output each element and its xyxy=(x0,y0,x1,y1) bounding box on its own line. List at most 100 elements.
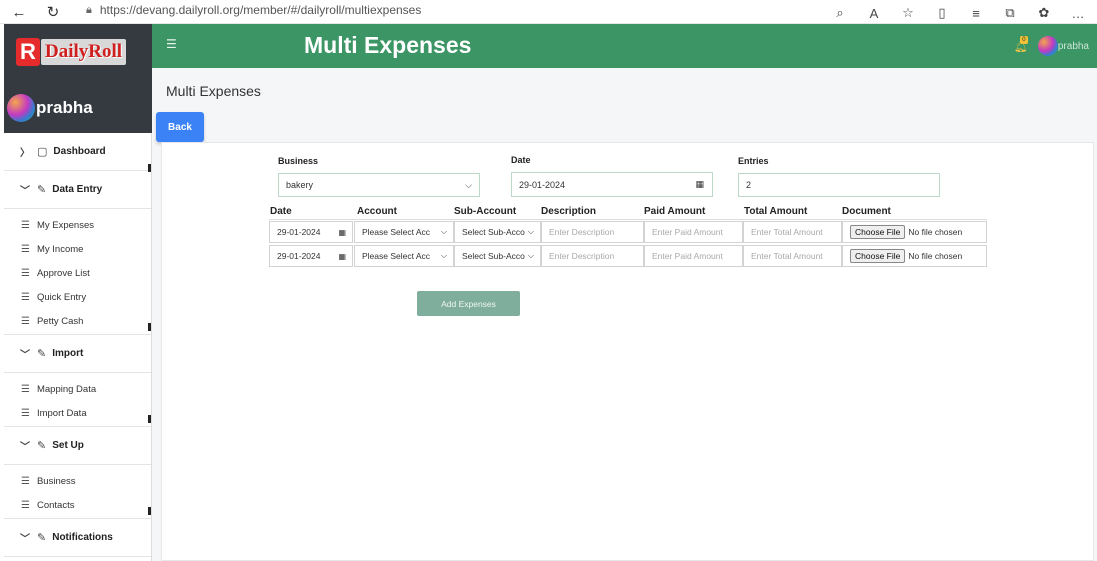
extensions-icon[interactable]: ✿ xyxy=(1033,2,1055,24)
total-amount-placeholder: Enter Total Amount xyxy=(751,251,823,261)
chevron-down-icon: ⌵ xyxy=(527,227,534,236)
file-status: No file chosen xyxy=(908,251,963,261)
total-amount-placeholder: Enter Total Amount xyxy=(751,227,823,237)
column-header: Description xyxy=(541,206,597,217)
read-aloud-icon[interactable]: A xyxy=(863,2,885,24)
chevron-down-icon: ⌵ xyxy=(465,179,472,190)
more-menu-icon[interactable]: … xyxy=(1067,2,1089,24)
zoom-icon[interactable]: ⌕ xyxy=(829,2,851,24)
main-content: Multi Expenses Back xyxy=(152,68,1097,561)
sidebar-section-label: Data Entry xyxy=(52,184,103,195)
sub-account-select[interactable]: Select Sub-Acco ⌵ xyxy=(454,221,541,243)
sub-account-select[interactable]: Select Sub-Acco ⌵ xyxy=(454,245,541,267)
sidebar-item-label: Business xyxy=(36,475,76,487)
description-input[interactable]: Enter Description xyxy=(541,245,644,267)
business-label: Business xyxy=(278,156,319,166)
avatar[interactable] xyxy=(1037,36,1058,56)
file-icon: ▢ xyxy=(37,146,48,158)
sidebar-section-label: Notifications xyxy=(52,532,113,543)
row-date-field[interactable]: 29-01-2024 ▦ xyxy=(269,221,353,243)
sidebar-section-notifications[interactable]: ﹀ ✎ Notifications xyxy=(4,519,151,557)
sidebar-section-label: Import xyxy=(52,348,84,359)
sidebar-user[interactable]: prabha xyxy=(7,94,93,122)
sidebar-item-my-expenses[interactable]: ☰ My Expenses xyxy=(4,213,151,237)
split-screen-icon[interactable]: ▯ xyxy=(931,2,953,24)
collections-icon[interactable]: ⧉ xyxy=(999,2,1021,24)
date-value: 29-01-2024 xyxy=(519,179,566,190)
entries-label: Entries xyxy=(738,156,769,166)
account-select[interactable]: Please Select Acc ⌵ xyxy=(354,245,454,267)
sidebar-item-label: Approve List xyxy=(36,267,90,279)
paid-amount-input[interactable]: Enter Paid Amount xyxy=(644,245,743,267)
hamburger-menu-icon[interactable]: ☰ xyxy=(166,37,177,51)
sidebar-item-label: My Income xyxy=(36,243,84,255)
topbar-user-name[interactable]: prabha xyxy=(1058,41,1089,52)
avatar xyxy=(7,94,35,122)
description-input[interactable]: Enter Description xyxy=(541,221,644,243)
sidebar-item-contacts[interactable]: ☰ Contacts xyxy=(4,493,151,519)
business-select[interactable]: bakery ⌵ xyxy=(278,173,480,197)
entries-field[interactable]: 2 xyxy=(738,173,940,197)
date-field[interactable]: 29-01-2024 ▦ xyxy=(511,172,713,197)
list-icon: ☰ xyxy=(21,500,30,511)
sidebar-section-set-up[interactable]: ﹀ ✎ Set Up xyxy=(4,427,151,465)
total-amount-input[interactable]: Enter Total Amount xyxy=(743,221,842,243)
calendar-icon[interactable]: ▦ xyxy=(338,228,346,237)
paid-amount-input[interactable]: Enter Paid Amount xyxy=(644,221,743,243)
table-row: 29-01-2024 ▦ Please Select Acc ⌵ Select Su… xyxy=(269,245,987,267)
sidebar-item-import-data[interactable]: ☰ Import Data xyxy=(4,401,151,427)
sidebar-item-approve-list[interactable]: ☰ Approve List xyxy=(4,261,151,285)
column-header: Sub-Account xyxy=(454,206,517,217)
sidebar-item-mapping-data[interactable]: ☰ Mapping Data xyxy=(4,377,151,401)
content-heading: Multi Expenses xyxy=(166,83,261,99)
paid-amount-placeholder: Enter Paid Amount xyxy=(652,251,723,261)
calendar-icon[interactable]: ▦ xyxy=(695,179,704,190)
document-input[interactable]: Choose File No file chosen xyxy=(842,245,987,267)
url-text: https://devang.dailyroll.org/member/#/da… xyxy=(99,3,422,17)
description-placeholder: Enter Description xyxy=(549,251,615,261)
choose-file-button[interactable]: Choose File xyxy=(850,249,906,263)
pencil-icon: ✎ xyxy=(37,440,47,452)
list-icon: ☰ xyxy=(21,267,30,279)
calendar-icon[interactable]: ▦ xyxy=(338,252,346,261)
sub-account-value: Select Sub-Acco xyxy=(462,227,525,237)
sidebar-item-quick-entry[interactable]: ☰ Quick Entry xyxy=(4,285,151,309)
add-expenses-button[interactable]: Add Expenses xyxy=(417,291,520,316)
sidebar-item-label: Contacts xyxy=(36,500,75,511)
account-value: Please Select Acc xyxy=(362,251,431,261)
total-amount-input[interactable]: Enter Total Amount xyxy=(743,245,842,267)
back-button[interactable]: Back xyxy=(156,112,204,142)
account-value: Please Select Acc xyxy=(362,227,431,237)
row-date-field[interactable]: 29-01-2024 ▦ xyxy=(269,245,353,267)
bell-icon[interactable]: 🔔︎ 0 xyxy=(1014,35,1028,53)
scroll-marker xyxy=(148,415,151,423)
back-arrow-icon[interactable]: ← xyxy=(8,1,30,23)
sidebar-item-my-income[interactable]: ☰ My Income xyxy=(4,237,151,261)
form-card xyxy=(161,142,1094,561)
chevron-down-icon: ﹀ xyxy=(20,186,30,197)
reload-icon[interactable]: ↻ xyxy=(42,1,64,23)
sidebar-section-dashboard[interactable]: 〉 ▢ Dashboard xyxy=(4,133,151,172)
sidebar-item-label: Quick Entry xyxy=(36,291,87,303)
column-header: Date xyxy=(270,206,292,217)
favorites-list-icon[interactable]: ≡ xyxy=(965,2,987,24)
chevron-down-icon: ⌵ xyxy=(527,251,534,260)
account-select[interactable]: Please Select Acc ⌵ xyxy=(354,221,454,243)
list-icon: ☰ xyxy=(21,291,30,303)
sidebar-item-petty-cash[interactable]: ☰ Petty Cash xyxy=(4,309,151,335)
choose-file-button[interactable]: Choose File xyxy=(850,225,906,239)
sidebar-section-import[interactable]: ﹀ ✎ Import xyxy=(4,335,151,373)
top-bar: ☰ Multi Expenses 🔔︎ 0 prabha xyxy=(152,24,1097,68)
pencil-icon: ✎ xyxy=(37,184,47,196)
document-input[interactable]: Choose File No file chosen xyxy=(842,221,987,243)
sidebar-item-business[interactable]: ☰ Business xyxy=(4,469,151,493)
favorite-star-icon[interactable]: ☆ xyxy=(897,2,919,24)
column-header: Document xyxy=(842,206,891,217)
entries-value: 2 xyxy=(746,180,752,190)
sidebar-item-label: Petty Cash xyxy=(36,316,84,327)
sidebar-section-data-entry[interactable]: ﹀ ✎ Data Entry xyxy=(4,171,151,209)
description-placeholder: Enter Description xyxy=(549,227,615,237)
address-bar[interactable]: 🔒︎ https://devang.dailyroll.org/member/#… xyxy=(86,3,421,17)
logo[interactable]: R DailyRoll xyxy=(16,36,127,68)
chevron-down-icon: ﹀ xyxy=(20,442,30,453)
